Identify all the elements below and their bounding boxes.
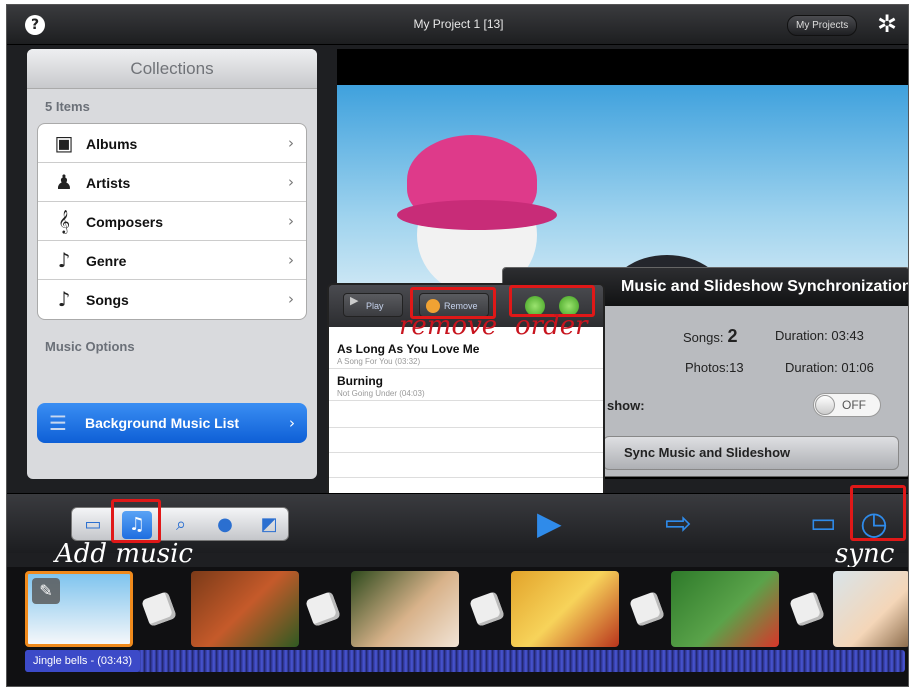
toggle-knob — [815, 395, 835, 415]
loop-label: show: — [607, 398, 645, 413]
chevron-right-icon: › — [288, 290, 294, 308]
collection-item-label: Composers — [86, 214, 164, 230]
album-icon: ▣ — [54, 131, 74, 155]
audio-track[interactable]: Jingle bells - (03:43) — [25, 650, 905, 672]
music-tool-highlight — [111, 499, 161, 543]
edit-tool-icon[interactable]: ◩ — [254, 511, 284, 539]
tool-group: ▭ ♫ ⌕ ● ◩ — [71, 507, 289, 541]
songs-count: 2 — [727, 326, 738, 346]
globe-icon[interactable]: ● — [210, 511, 240, 539]
transition-icon[interactable] — [141, 591, 177, 627]
collection-item-songs[interactable]: ♪ Songs › — [38, 280, 306, 319]
music-list-icon: ☰ — [49, 411, 67, 435]
top-bar: ? My Project 1 [13] My Projects ✲ — [7, 5, 908, 45]
edit-icon[interactable]: ✎ — [32, 578, 60, 604]
song-title: As Long As You Love Me — [337, 342, 480, 356]
background-music-list-item[interactable]: ☰ Background Music List › — [37, 403, 307, 443]
songs-label: Songs: — [683, 330, 724, 345]
music-options-label: Music Options — [45, 339, 135, 354]
timeline-thumb[interactable] — [191, 571, 299, 647]
play-icon: ▶ — [350, 294, 359, 307]
collection-item-composers[interactable]: 𝄞 Composers › — [38, 202, 306, 241]
collection-item-label: Albums — [86, 136, 138, 152]
list-divider — [329, 427, 603, 428]
sync-toggle[interactable]: OFF — [813, 393, 881, 417]
list-item[interactable]: Burning Not Going Under (04:03) — [329, 371, 603, 401]
play-label: Play — [366, 301, 384, 311]
collection-item-artists[interactable]: ♟ Artists › — [38, 163, 306, 202]
audio-track-label: Jingle bells - (03:43) — [25, 650, 141, 672]
chevron-right-icon: › — [288, 251, 294, 269]
chevron-right-icon: › — [289, 414, 295, 432]
chevron-right-icon: › — [288, 173, 294, 191]
collection-item-label: Songs — [86, 292, 129, 308]
export-icon[interactable]: ⇨ — [665, 506, 692, 540]
transition-icon[interactable] — [305, 591, 341, 627]
song-subtitle: Not Going Under (04:03) — [337, 389, 425, 398]
background-music-label: Background Music List — [85, 415, 240, 431]
items-count-label: 5 Items — [45, 99, 90, 114]
timeline-thumb[interactable] — [351, 571, 459, 647]
timeline-thumb[interactable] — [833, 571, 908, 647]
search-icon[interactable]: ⌕ — [166, 511, 196, 539]
play-icon[interactable]: ▶ — [537, 506, 562, 540]
chevron-right-icon: › — [288, 212, 294, 230]
photos-count: Photos:13 — [685, 360, 744, 375]
collection-item-genre[interactable]: ♪ Genre › — [38, 241, 306, 280]
collections-panel: Collections 5 Items ▣ Albums › ♟ Artists… — [27, 49, 317, 479]
song-title: Burning — [337, 374, 383, 388]
timeline: ✎ Jingle bells - (03:43) — [7, 567, 908, 686]
treble-clef-icon: 𝄞 — [58, 209, 70, 233]
music-list: 2 Items As Long As You Love Me A Song Fo… — [329, 327, 603, 503]
chevron-right-icon: › — [288, 134, 294, 152]
sync-annotation: sync — [835, 539, 895, 569]
collection-item-label: Artists — [86, 175, 131, 191]
list-item[interactable]: As Long As You Love Me A Song For You (0… — [329, 339, 603, 369]
gear-icon[interactable]: ✲ — [877, 11, 897, 37]
project-title: My Project 1 [13] — [413, 17, 504, 31]
add-music-annotation: Add music — [55, 539, 193, 569]
songs-duration: Duration: 03:43 — [775, 328, 864, 343]
note-icon: ♪ — [57, 287, 71, 311]
monitor-icon[interactable]: ▭ — [810, 506, 836, 540]
my-projects-button[interactable]: My Projects — [787, 15, 858, 36]
toggle-state: OFF — [842, 398, 866, 412]
artist-icon: ♟ — [55, 170, 73, 194]
timeline-thumb[interactable] — [511, 571, 619, 647]
guitar-icon: ♪ — [57, 248, 71, 272]
list-divider — [329, 452, 603, 453]
collections-header: Collections — [27, 49, 317, 89]
app-window: ? My Project 1 [13] My Projects ✲ Collec… — [6, 4, 909, 687]
sync-music-button[interactable]: Sync Music and Slideshow — [603, 436, 899, 470]
snowman-hat-brim — [397, 200, 557, 230]
play-button[interactable]: ▶ Play — [343, 293, 403, 317]
transition-icon[interactable] — [789, 591, 825, 627]
collection-item-label: Genre — [86, 253, 127, 269]
collections-list: ▣ Albums › ♟ Artists › 𝄞 Composers › ♪ G… — [37, 123, 307, 320]
collection-item-albums[interactable]: ▣ Albums › — [38, 124, 306, 163]
list-divider — [329, 477, 603, 478]
photo-tool-icon[interactable]: ▭ — [78, 511, 108, 539]
music-items-count: 2 Items — [339, 327, 377, 339]
song-subtitle: A Song For You (03:32) — [337, 357, 421, 366]
order-annotation: order — [515, 311, 588, 341]
transition-icon[interactable] — [629, 591, 665, 627]
timeline-thumb-selected[interactable]: ✎ — [25, 571, 133, 647]
sync-highlight — [850, 485, 906, 541]
transition-icon[interactable] — [469, 591, 505, 627]
remove-annotation: remove — [399, 311, 498, 341]
timeline-thumb[interactable] — [671, 571, 779, 647]
photos-duration: Duration: 01:06 — [785, 360, 874, 375]
songs-info: Songs: 2 — [683, 326, 738, 347]
